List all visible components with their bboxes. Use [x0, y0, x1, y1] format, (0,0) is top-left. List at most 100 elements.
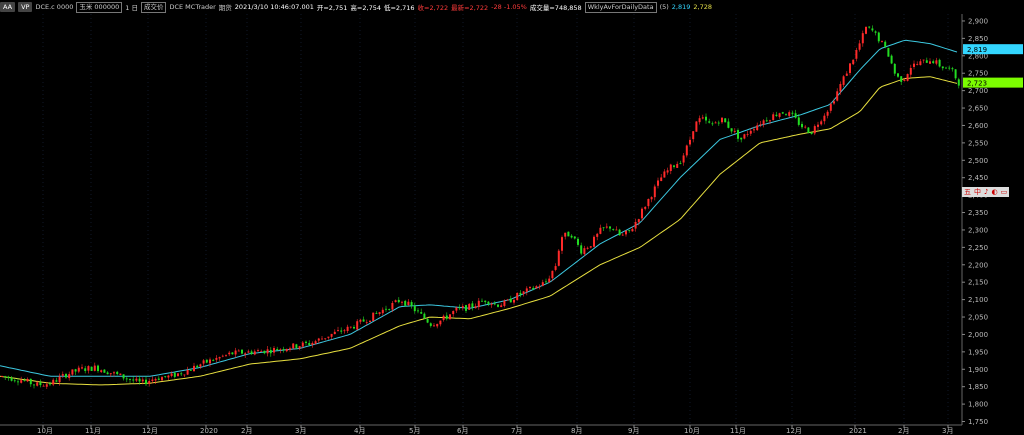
y-tick-label: 2,450	[968, 174, 988, 182]
candle-body	[717, 122, 720, 124]
candle-body	[321, 338, 323, 340]
candle-body	[570, 235, 573, 238]
candle-body	[785, 114, 787, 116]
y-tick-label: 2,000	[968, 331, 988, 339]
candle-body	[365, 322, 368, 324]
y-tick-label: 2,750	[968, 70, 988, 78]
toolbar-button-2[interactable]: 中	[974, 187, 981, 197]
candle-body	[461, 306, 464, 308]
candle-body	[823, 115, 826, 122]
candle-body	[167, 375, 170, 378]
toolbar-button-1[interactable]: 五	[964, 187, 971, 197]
candle-body	[925, 60, 928, 63]
candle-body	[202, 360, 205, 364]
candle-body	[177, 373, 179, 377]
candle-body	[84, 368, 87, 371]
candle-body	[359, 319, 362, 322]
candle-body	[631, 229, 634, 232]
candle-body	[250, 351, 253, 354]
candle-body	[954, 69, 957, 79]
candle-body	[810, 132, 813, 134]
candle-body	[132, 379, 135, 381]
y-tick-label: 1,800	[968, 401, 988, 409]
candle-body	[589, 246, 592, 248]
candle-body	[871, 28, 874, 31]
candle-body	[929, 61, 931, 64]
x-tick-label: 2月	[241, 427, 252, 435]
candle-body	[353, 326, 355, 329]
candle-body	[625, 230, 627, 235]
candle-body	[685, 145, 688, 156]
candle-body	[724, 118, 727, 123]
candle-body	[234, 350, 237, 355]
candle-body	[945, 67, 947, 69]
candle-body	[77, 367, 80, 372]
candle-body	[903, 79, 906, 81]
candle-body	[282, 349, 285, 351]
candle-body	[170, 373, 173, 376]
candle-body	[682, 155, 685, 163]
x-tick-label: 5月	[409, 427, 420, 435]
candle-body	[311, 342, 314, 345]
candle-body	[215, 357, 218, 360]
candle-body	[141, 379, 144, 382]
candle-body	[71, 369, 74, 375]
candle-body	[516, 292, 519, 301]
candle-body	[381, 309, 384, 314]
candle-body	[266, 349, 269, 354]
candle-body	[500, 305, 503, 308]
candle-body	[212, 359, 215, 361]
candle-body	[909, 67, 912, 75]
candle-body	[327, 336, 330, 338]
candle-body	[145, 379, 147, 385]
candle-body	[557, 250, 560, 266]
grid-layer	[42, 14, 949, 425]
y-tick-label: 2,650	[968, 105, 988, 113]
candle-body	[650, 197, 653, 200]
candle-body	[634, 221, 637, 229]
candle-body	[308, 343, 311, 346]
candle-body	[714, 122, 717, 124]
candle-body	[39, 382, 42, 386]
x-tick-label: 12月	[786, 427, 802, 435]
candle-body	[285, 348, 288, 352]
candle-body	[580, 245, 583, 254]
candle-body	[388, 309, 391, 310]
candle-body	[609, 226, 611, 229]
candle-body	[100, 370, 103, 372]
x-tick-label: 3月	[295, 427, 306, 435]
candle-body	[407, 301, 410, 305]
candle-body	[61, 374, 64, 376]
candle-body	[657, 180, 659, 186]
x-tick-label: 9月	[628, 427, 639, 435]
candle-body	[157, 378, 160, 380]
candle-body	[676, 163, 679, 168]
price-chart[interactable]: 2,9002,8502,8002,7502,7002,6502,6002,550…	[0, 0, 1024, 435]
x-tick-label: 2021	[849, 427, 867, 435]
candle-body	[148, 381, 151, 384]
candle-body	[701, 117, 704, 119]
candle-body	[81, 367, 83, 369]
candle-body	[948, 67, 951, 69]
candle-body	[548, 278, 551, 283]
candle-body	[97, 365, 99, 372]
candle-body	[922, 59, 925, 61]
x-tick-label: 6月	[457, 427, 468, 435]
candle-body	[596, 233, 599, 237]
toolbar-button-3[interactable]: ♪	[984, 187, 988, 197]
candle-body	[916, 64, 919, 65]
candle-body	[189, 370, 192, 371]
candle-body	[913, 63, 915, 67]
candle-body	[839, 84, 842, 92]
candle-body	[733, 130, 736, 132]
candle-body	[429, 323, 432, 326]
toolbar-button-5[interactable]: ▭	[1001, 187, 1008, 197]
price-tag-label: 2,723	[967, 80, 987, 88]
candle-body	[708, 121, 711, 123]
toolbar-button-4[interactable]: ◐	[991, 187, 997, 197]
candle-body	[906, 74, 909, 81]
x-tick-label: 3月	[942, 427, 953, 435]
candle-body	[711, 123, 714, 125]
candles-layer	[1, 25, 960, 389]
candle-body	[465, 305, 467, 311]
